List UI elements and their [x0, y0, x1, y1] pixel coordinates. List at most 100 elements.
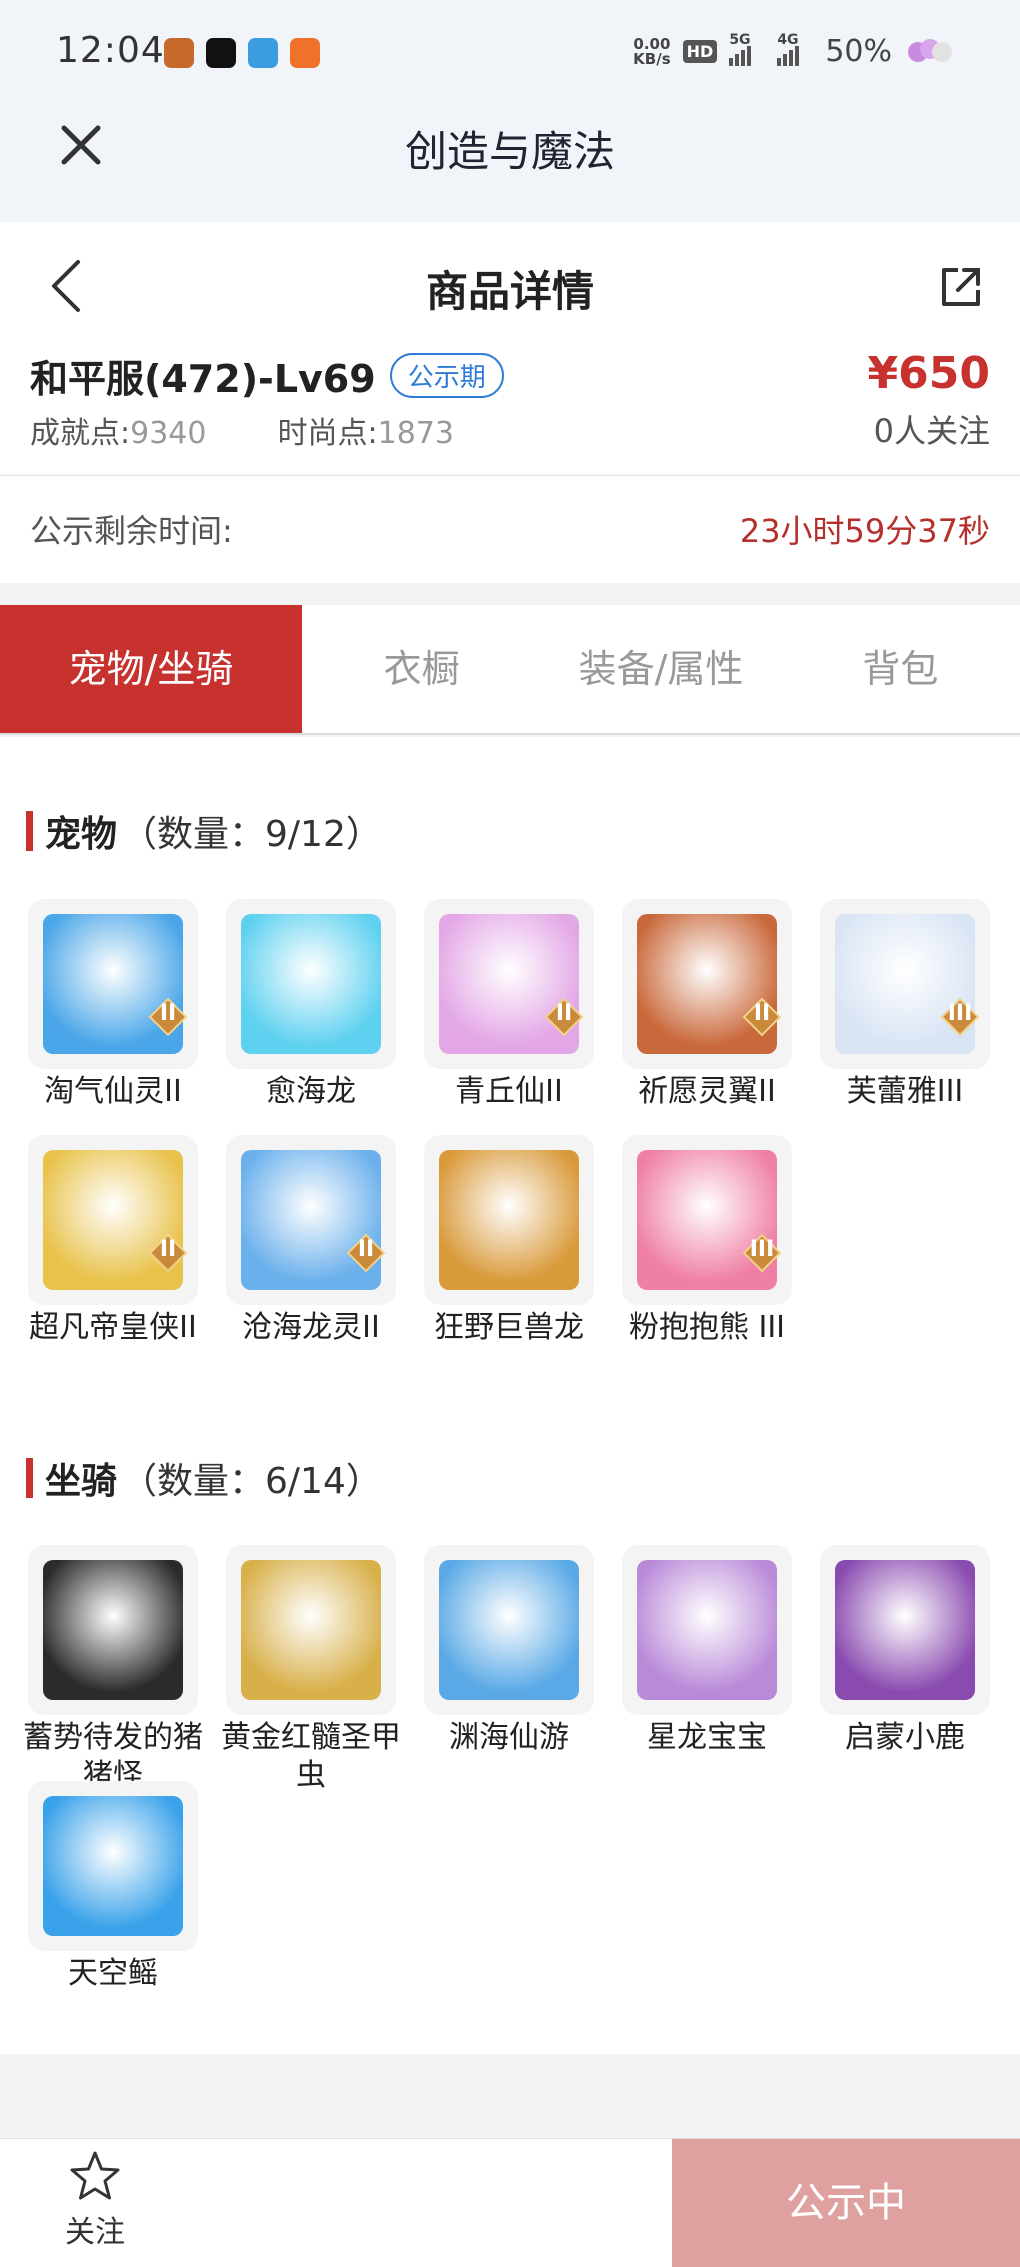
pet-item[interactable]: 愈海龙	[226, 899, 396, 1111]
pet-item[interactable]: II 祈愿灵翼II	[622, 899, 792, 1111]
star-dragon-mount-icon	[637, 1560, 777, 1700]
level-badge-icon: II	[544, 997, 584, 1037]
battery-flower-icon	[908, 38, 952, 62]
top-bar: 12:04 0.00 KB/s HD 5G 4G 50% 创造与魔法	[0, 0, 1020, 222]
pet-thumbnail: II	[622, 899, 792, 1069]
mount-name: 天空鳐	[68, 1956, 158, 1991]
status-badge: 公示期	[389, 353, 504, 398]
pet-item[interactable]: III 芙蕾雅III	[820, 899, 990, 1111]
share-icon[interactable]	[938, 264, 984, 310]
hd-icon: HD	[682, 40, 718, 63]
mount-name: 启蒙小鹿	[845, 1720, 965, 1755]
pet-thumbnail: III	[622, 1135, 792, 1305]
pet-name: 狂野巨兽龙	[434, 1310, 584, 1345]
level-badge-icon: II	[148, 997, 188, 1037]
golden-beetle-mount-icon	[241, 1560, 381, 1700]
countdown-row: 公示剩余时间: 23小时59分37秒	[0, 475, 1020, 583]
status-app-icons	[164, 38, 320, 68]
account-stats: 成就点:9340 时尚点:1873	[30, 416, 455, 451]
level-badge-icon: II	[148, 1233, 188, 1273]
tab-pets-mounts[interactable]: 宠物/坐骑	[0, 605, 302, 733]
level-badge-icon: III	[940, 997, 980, 1037]
mount-item[interactable]: 渊海仙游	[424, 1545, 594, 1757]
tab-equipment[interactable]: 装备/属性	[541, 605, 780, 733]
wild-beast-dragon-pet-icon	[439, 1150, 579, 1290]
fashion-points: 1873	[377, 416, 455, 451]
mount-thumbnail	[820, 1545, 990, 1715]
pet-item[interactable]: II 淘气仙灵II	[28, 899, 198, 1111]
sky-ray-mount-icon	[43, 1796, 183, 1936]
signal-5g-icon: 5G	[729, 32, 765, 66]
product-header: 商品详情 和平服(472)-Lv69 公示期 成就点:9340 时尚点:1873…	[0, 222, 1020, 474]
star-icon	[70, 2151, 120, 2200]
follow-button[interactable]: 关注	[40, 2149, 150, 2259]
black-pig-mount-icon	[43, 1560, 183, 1700]
pets-mounts-panel: 宠物 （数量：9/12） II 淘气仙灵II 愈海龙 II 青丘仙II II 祈愿灵翼II I…	[0, 737, 1020, 2054]
status-time: 12:04	[56, 30, 165, 71]
mount-thumbnail	[28, 1545, 198, 1715]
white-deer-mount-icon	[835, 1560, 975, 1700]
network-speed: 0.00 KB/s	[633, 34, 671, 68]
bottom-bar: 关注 公示中	[0, 2138, 1020, 2267]
mount-item[interactable]: 黄金红髓圣甲虫	[221, 1545, 401, 1795]
pet-item[interactable]: 狂野巨兽龙	[424, 1135, 594, 1347]
mount-name: 黄金红髓圣甲虫	[221, 1720, 401, 1793]
mount-thumbnail	[226, 1545, 396, 1715]
cloud-app-icon	[248, 38, 278, 68]
mount-thumbnail	[424, 1545, 594, 1715]
mount-thumbnail	[28, 1781, 198, 1951]
mounts-section-title: 坐骑 （数量：6/14）	[26, 1452, 382, 1504]
category-tabs: 宠物/坐骑 衣橱 装备/属性 背包	[0, 605, 1020, 735]
mount-name: 渊海仙游	[449, 1720, 569, 1755]
pet-name: 愈海龙	[266, 1074, 356, 1109]
price: ¥650	[867, 348, 990, 399]
pet-name: 青丘仙II	[455, 1074, 563, 1109]
pet-thumbnail: II	[28, 1135, 198, 1305]
pet-item[interactable]: II 青丘仙II	[424, 899, 594, 1111]
pets-section-title: 宠物 （数量：9/12）	[26, 805, 382, 857]
pet-thumbnail	[424, 1135, 594, 1305]
status-button[interactable]: 公示中	[672, 2139, 1020, 2267]
follow-label: 关注	[65, 2215, 125, 2250]
level-badge-icon: II	[742, 997, 782, 1037]
pet-name: 粉抱抱熊 III	[628, 1310, 786, 1345]
mount-item[interactable]: 启蒙小鹿	[820, 1545, 990, 1757]
pet-name: 沧海龙灵II	[242, 1310, 380, 1345]
countdown-label: 公示剩余时间:	[30, 512, 233, 550]
achievement-points: 9340	[130, 416, 207, 451]
mount-item[interactable]: 天空鳐	[28, 1781, 198, 1993]
level-badge-icon: III	[742, 1233, 782, 1273]
pet-name: 淘气仙灵II	[44, 1074, 182, 1109]
mount-name: 星龙宝宝	[647, 1720, 767, 1755]
mount-item[interactable]: 蓄势待发的猪猪怪	[23, 1545, 203, 1795]
pet-item[interactable]: III 粉抱抱熊 III	[622, 1135, 792, 1347]
pet-thumbnail: II	[226, 1135, 396, 1305]
game-app-icon	[164, 38, 194, 68]
app-title: 创造与魔法	[404, 127, 615, 176]
pet-thumbnail: II	[28, 899, 198, 1069]
abyss-rider-mount-icon	[439, 1560, 579, 1700]
tab-wardrobe[interactable]: 衣橱	[302, 605, 541, 733]
tab-backpack[interactable]: 背包	[781, 605, 1020, 733]
countdown-value: 23小时59分37秒	[739, 512, 990, 550]
status-indicators: 0.00 KB/s HD 5G 4G 50%	[633, 32, 960, 69]
sea-dragon-pet-icon	[241, 914, 381, 1054]
page-title: 商品详情	[425, 267, 594, 316]
level-badge-icon: II	[346, 1233, 386, 1273]
mount-item[interactable]: 星龙宝宝	[622, 1545, 792, 1757]
account-name: 和平服(472)-Lv69 公示期	[30, 348, 504, 403]
signal-4g-icon: 4G	[777, 32, 813, 66]
pet-item[interactable]: II 超凡帝皇侠II	[28, 1135, 198, 1347]
mount-thumbnail	[622, 1545, 792, 1715]
pet-thumbnail: III	[820, 899, 990, 1069]
battery-level: 50%	[825, 34, 892, 69]
music-app-icon	[206, 38, 236, 68]
pet-name: 祈愿灵翼II	[638, 1074, 776, 1109]
pet-thumbnail	[226, 899, 396, 1069]
pet-name: 芙蕾雅III	[846, 1074, 964, 1109]
pet-name: 超凡帝皇侠II	[29, 1310, 197, 1345]
shop-app-icon	[290, 38, 320, 68]
follower-count: 0人关注	[873, 412, 990, 450]
pet-item[interactable]: II 沧海龙灵II	[226, 1135, 396, 1347]
pet-thumbnail: II	[424, 899, 594, 1069]
